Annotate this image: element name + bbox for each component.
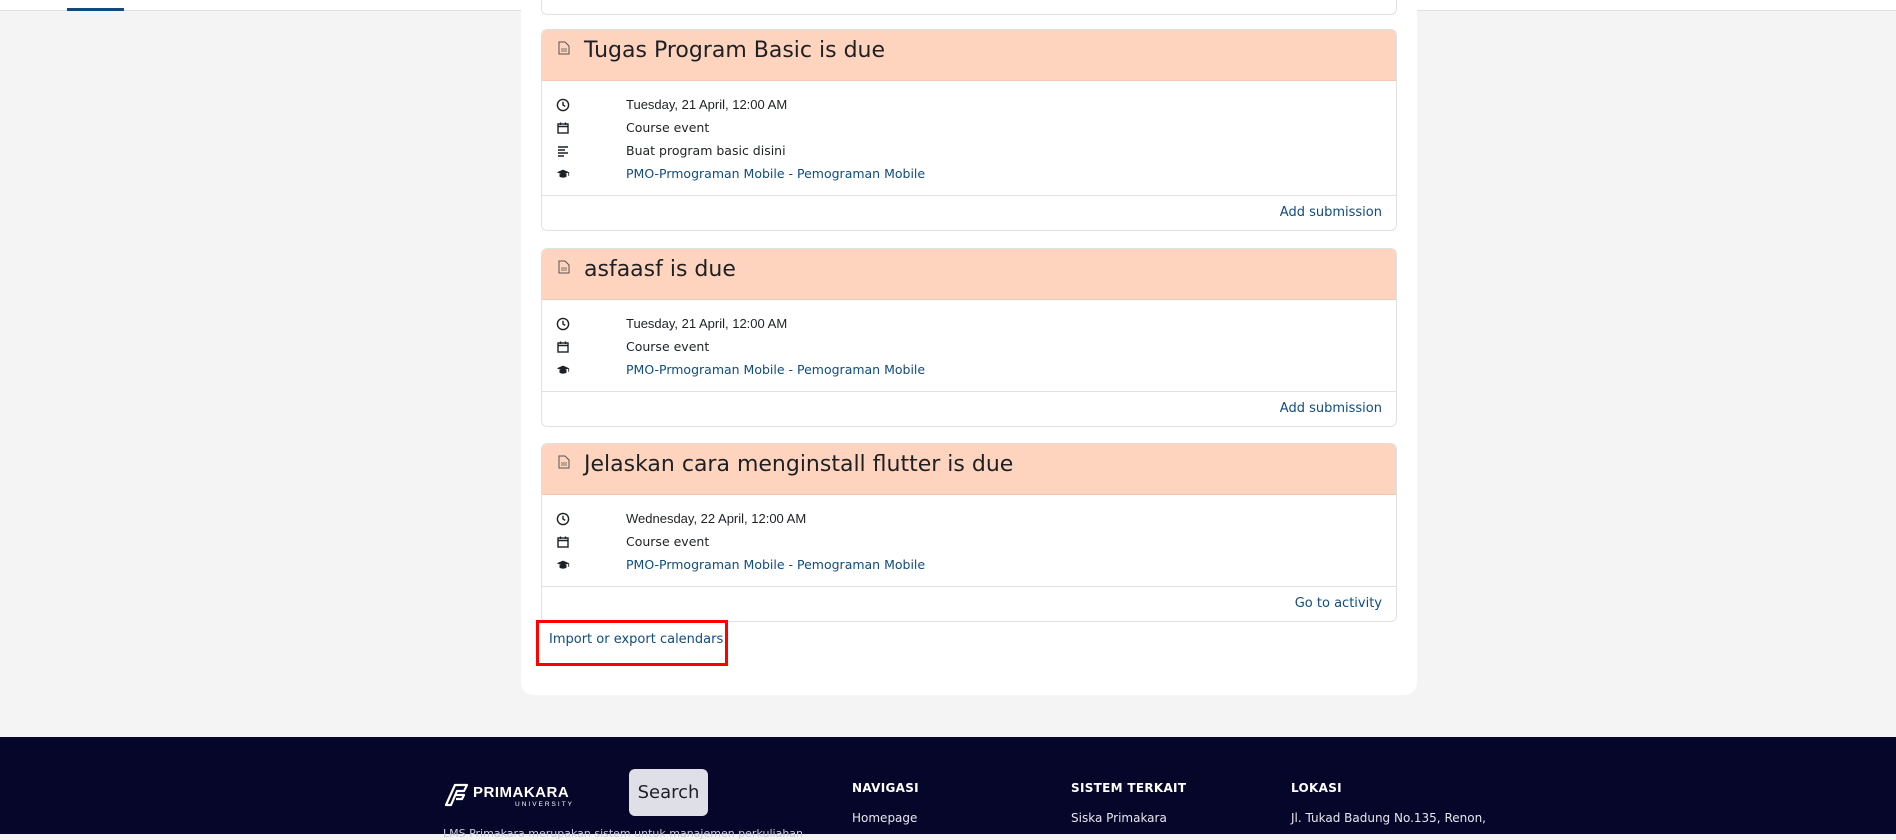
event-footer: Add submission: [542, 391, 1396, 426]
add-submission-link[interactable]: Add submission: [1280, 196, 1382, 230]
graduation-cap-icon: [556, 169, 570, 178]
clock-icon: [556, 512, 570, 526]
logo-brand: PRIMAKARA: [473, 784, 570, 801]
calendar-icon: [557, 341, 569, 353]
event-course-row: PMO-Prmograman Mobile - Pemograman Mobil…: [542, 162, 1396, 185]
search-button[interactable]: Search: [629, 769, 708, 816]
footer-link-siska[interactable]: Siska Primakara: [1071, 811, 1186, 825]
event-type: Course event: [626, 534, 710, 549]
event-type-row: Course event: [542, 530, 1396, 553]
event-title[interactable]: Tugas Program Basic is due: [584, 38, 885, 63]
footer-address: Jl. Tukad Badung No.135, Renon,: [1291, 811, 1486, 825]
event-date-row: Tuesday, 21 April, 12:00 AM: [542, 312, 1396, 335]
event-course-link[interactable]: PMO-Prmograman Mobile - Pemograman Mobil…: [626, 162, 925, 185]
event-title[interactable]: asfaasf is due: [584, 257, 736, 282]
add-submission-link[interactable]: Add submission: [1280, 392, 1382, 426]
event-header: Tugas Program Basic is due: [542, 30, 1396, 81]
event-date: Wednesday, 22 April, 12:00 AM: [626, 511, 807, 526]
clock-icon: [556, 98, 570, 112]
event-card: asfaasf is due Tuesday, 21 April, 12:00 …: [541, 248, 1397, 427]
footer-link-homepage[interactable]: Homepage: [852, 811, 919, 825]
event-header: asfaasf is due: [542, 249, 1396, 300]
footer-column-heading: NAVIGASI: [852, 781, 919, 795]
graduation-cap-icon: [556, 365, 570, 374]
event-type: Course event: [626, 120, 710, 135]
footer-column-lokasi: LOKASI Jl. Tukad Badung No.135, Renon,: [1291, 781, 1486, 825]
event-course-link[interactable]: PMO-Prmograman Mobile - Pemograman Mobil…: [626, 553, 925, 576]
event-footer: Add submission: [542, 195, 1396, 230]
event-card: Jelaskan cara menginstall flutter is due…: [541, 443, 1397, 622]
site-footer: PRIMAKARA UNIVERSITY LMS Primakara merup…: [0, 737, 1896, 840]
event-date: Tuesday, 21 April, 12:00 AM: [626, 97, 788, 112]
event-date: Tuesday, 21 April, 12:00 AM: [626, 316, 788, 331]
align-left-icon: [558, 146, 568, 157]
event-type-row: Course event: [542, 335, 1396, 358]
event-date-row: Wednesday, 22 April, 12:00 AM: [542, 507, 1396, 530]
graduation-cap-icon: [556, 560, 570, 569]
event-description-row: Buat program basic disini: [542, 139, 1396, 162]
calendar-icon: [557, 536, 569, 548]
event-description: Buat program basic disini: [626, 143, 786, 158]
footer-column-sistem-terkait: SISTEM TERKAIT Siska Primakara: [1071, 781, 1186, 825]
document-icon: [558, 260, 570, 274]
event-footer: Go to activity: [542, 586, 1396, 621]
active-tab-indicator: [67, 8, 124, 11]
event-header: Jelaskan cara menginstall flutter is due: [542, 444, 1396, 495]
event-course-row: PMO-Prmograman Mobile - Pemograman Mobil…: [542, 358, 1396, 381]
event-type: Course event: [626, 339, 710, 354]
event-date-row: Tuesday, 21 April, 12:00 AM: [542, 93, 1396, 116]
logo-subtitle: UNIVERSITY: [515, 801, 575, 808]
primakara-logo-icon: [444, 783, 469, 807]
go-to-activity-link[interactable]: Go to activity: [1295, 587, 1382, 621]
event-type-row: Course event: [542, 116, 1396, 139]
event-course-row: PMO-Prmograman Mobile - Pemograman Mobil…: [542, 553, 1396, 576]
highlight-box: [536, 620, 728, 666]
clock-icon: [556, 317, 570, 331]
footer-column-navigasi: NAVIGASI Homepage: [852, 781, 919, 825]
previous-event-card-bottom: [541, 0, 1397, 15]
footer-column-heading: LOKASI: [1291, 781, 1342, 795]
event-title[interactable]: Jelaskan cara menginstall flutter is due: [584, 452, 1013, 477]
calendar-icon: [557, 122, 569, 134]
document-icon: [558, 41, 570, 55]
document-icon: [558, 455, 570, 469]
footer-column-heading: SISTEM TERKAIT: [1071, 781, 1187, 795]
event-course-link[interactable]: PMO-Prmograman Mobile - Pemograman Mobil…: [626, 358, 925, 381]
event-card: Tugas Program Basic is due Tuesday, 21 A…: [541, 29, 1397, 231]
